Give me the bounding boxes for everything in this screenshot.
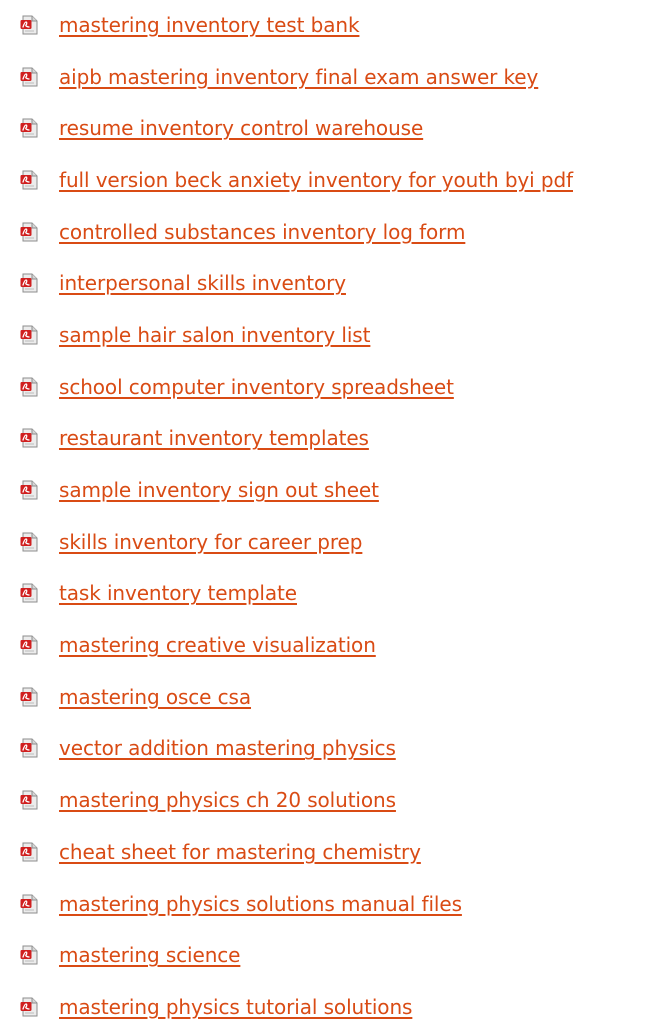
document-link[interactable]: controlled substances inventory log form (59, 220, 465, 244)
document-link[interactable]: mastering science (59, 943, 240, 967)
list-item: mastering physics tutorial solutions (0, 981, 671, 1033)
document-link[interactable]: mastering osce csa (59, 685, 251, 709)
pdf-file-icon (20, 687, 38, 707)
pdf-file-icon (20, 377, 38, 397)
pdf-file-icon (20, 945, 38, 965)
document-link[interactable]: mastering creative visualization (59, 633, 376, 657)
document-link[interactable]: mastering inventory test bank (59, 13, 360, 37)
document-link[interactable]: sample inventory sign out sheet (59, 478, 379, 502)
list-item: controlled substances inventory log form (0, 206, 671, 258)
list-item: interpersonal skills inventory (0, 257, 671, 309)
list-item: skills inventory for career prep (0, 516, 671, 568)
pdf-file-icon (20, 997, 38, 1017)
pdf-file-icon (20, 273, 38, 293)
document-link[interactable]: restaurant inventory templates (59, 426, 369, 450)
document-link[interactable]: resume inventory control warehouse (59, 116, 423, 140)
pdf-file-icon (20, 15, 38, 35)
document-link-list: mastering inventory test bank aipb maste… (0, 0, 671, 1033)
list-item: sample hair salon inventory list (0, 309, 671, 361)
pdf-file-icon (20, 118, 38, 138)
list-item: sample inventory sign out sheet (0, 464, 671, 516)
document-link[interactable]: school computer inventory spreadsheet (59, 375, 454, 399)
document-link[interactable]: vector addition mastering physics (59, 736, 396, 760)
list-item: vector addition mastering physics (0, 723, 671, 775)
pdf-file-icon (20, 790, 38, 810)
pdf-file-icon (20, 583, 38, 603)
pdf-file-icon (20, 738, 38, 758)
document-link[interactable]: sample hair salon inventory list (59, 323, 370, 347)
pdf-file-icon (20, 222, 38, 242)
pdf-file-icon (20, 532, 38, 552)
list-item: mastering science (0, 929, 671, 981)
list-item: mastering inventory test bank (0, 0, 671, 51)
list-item: mastering physics solutions manual files (0, 878, 671, 930)
list-item: full version beck anxiety inventory for … (0, 154, 671, 206)
document-link[interactable]: cheat sheet for mastering chemistry (59, 840, 421, 864)
document-link[interactable]: full version beck anxiety inventory for … (59, 168, 573, 192)
document-link[interactable]: mastering physics tutorial solutions (59, 995, 412, 1019)
list-item: task inventory template (0, 568, 671, 620)
pdf-file-icon (20, 635, 38, 655)
list-item: cheat sheet for mastering chemistry (0, 826, 671, 878)
pdf-file-icon (20, 894, 38, 914)
pdf-file-icon (20, 842, 38, 862)
pdf-file-icon (20, 480, 38, 500)
document-link[interactable]: interpersonal skills inventory (59, 271, 346, 295)
list-item: resume inventory control warehouse (0, 102, 671, 154)
pdf-file-icon (20, 67, 38, 87)
document-link[interactable]: aipb mastering inventory final exam answ… (59, 65, 538, 89)
list-item: mastering physics ch 20 solutions (0, 774, 671, 826)
document-link[interactable]: skills inventory for career prep (59, 530, 362, 554)
pdf-file-icon (20, 428, 38, 448)
pdf-file-icon (20, 170, 38, 190)
document-link[interactable]: task inventory template (59, 581, 297, 605)
list-item: restaurant inventory templates (0, 413, 671, 465)
document-link[interactable]: mastering physics ch 20 solutions (59, 788, 396, 812)
list-item: mastering creative visualization (0, 619, 671, 671)
document-link[interactable]: mastering physics solutions manual files (59, 892, 462, 916)
pdf-file-icon (20, 325, 38, 345)
list-item: school computer inventory spreadsheet (0, 361, 671, 413)
list-item: aipb mastering inventory final exam answ… (0, 51, 671, 103)
list-item: mastering osce csa (0, 671, 671, 723)
